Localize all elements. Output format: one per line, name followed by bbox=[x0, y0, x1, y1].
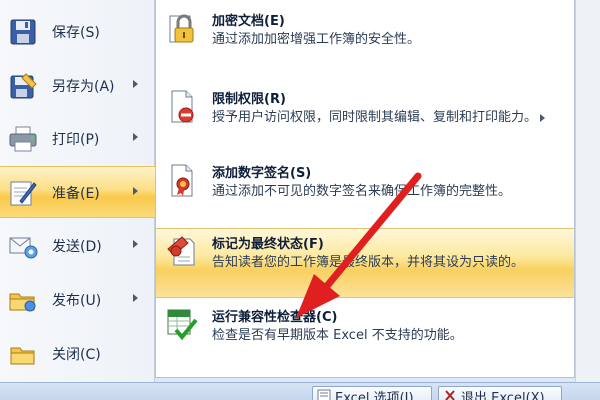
mark-as-final-icon bbox=[164, 233, 200, 269]
send-icon bbox=[8, 232, 38, 260]
submenu-item-description: 通过添加不可见的数字签名来确保工作簿的完整性。 bbox=[212, 184, 512, 199]
excel-options-button[interactable]: Excel 选项(I) bbox=[312, 386, 432, 400]
menu-item-label: 发布(U) bbox=[52, 293, 102, 309]
certificate-icon bbox=[164, 162, 200, 198]
office-menu-left-pane: 保存(S) 另存为(A) 打印(P) 准备(E) 发送(D) 发布(U) 关闭(… bbox=[0, 0, 155, 382]
menu-item-label: 保存(S) bbox=[52, 25, 100, 41]
menu-item-print[interactable]: 打印(P) bbox=[0, 113, 155, 163]
submenu-arrow-icon bbox=[133, 133, 138, 141]
submenu-arrow-icon bbox=[540, 114, 545, 122]
menu-item-label: 关闭(C) bbox=[52, 347, 101, 363]
menu-item-label: 另存为(A) bbox=[52, 79, 115, 95]
prepare-document-icon bbox=[8, 179, 38, 207]
publish-icon bbox=[8, 286, 38, 314]
compatibility-checker-icon bbox=[164, 306, 200, 342]
submenu-item-encrypt[interactable]: 加密文档(E) 通过添加加密增强工作簿的安全性。 bbox=[156, 6, 574, 64]
exit-excel-button[interactable]: 退出 Excel(X) bbox=[438, 386, 562, 400]
submenu-arrow-icon bbox=[133, 294, 138, 302]
menu-item-send[interactable]: 发送(D) bbox=[0, 220, 155, 270]
menu-item-save-as[interactable]: 另存为(A) bbox=[0, 60, 155, 110]
options-icon bbox=[317, 389, 331, 400]
submenu-arrow-icon bbox=[133, 240, 138, 248]
save-icon bbox=[8, 18, 38, 46]
submenu-item-title: 限制权限(R) bbox=[212, 92, 286, 107]
submenu-item-description: 授予用户访问权限，同时限制其编辑、复制和打印能力。 bbox=[212, 110, 538, 125]
menu-item-label: 打印(P) bbox=[52, 132, 100, 148]
submenu-item-compatibility-checker[interactable]: 运行兼容性检查器(C) 检查是否有早期版本 Excel 不支持的功能。 bbox=[156, 302, 574, 354]
menu-item-label: 准备(E) bbox=[52, 186, 100, 202]
close-folder-icon bbox=[8, 340, 38, 368]
restrict-permission-icon bbox=[164, 88, 200, 124]
office-menu-footer: Excel 选项(I) 退出 Excel(X) bbox=[0, 382, 600, 400]
submenu-item-mark-as-final[interactable]: 标记为最终状态(F) 告知读者您的工作簿是最终版本，并将其设为只读的。 bbox=[156, 228, 574, 298]
lock-icon bbox=[164, 10, 200, 46]
prepare-submenu: 加密文档(E) 通过添加加密增强工作簿的安全性。 限制权限(R) 授予用户访问权… bbox=[155, 0, 575, 378]
menu-item-close[interactable]: 关闭(C) bbox=[0, 328, 155, 378]
submenu-item-title: 运行兼容性检查器(C) bbox=[212, 310, 338, 325]
menu-item-label: 发送(D) bbox=[52, 239, 102, 255]
save-as-icon bbox=[8, 72, 38, 100]
menu-item-save[interactable]: 保存(S) bbox=[0, 6, 155, 56]
submenu-item-description: 告知读者您的工作簿是最终版本，并将其设为只读的。 bbox=[212, 255, 525, 270]
submenu-item-title: 标记为最终状态(F) bbox=[212, 237, 324, 252]
submenu-item-title: 添加数字签名(S) bbox=[212, 166, 312, 181]
menu-item-publish[interactable]: 发布(U) bbox=[0, 274, 155, 324]
submenu-item-description: 通过添加加密增强工作簿的安全性。 bbox=[212, 32, 421, 47]
excel-options-label: Excel 选项(I) bbox=[335, 391, 414, 400]
submenu-item-description: 检查是否有早期版本 Excel 不支持的功能。 bbox=[212, 328, 463, 343]
exit-excel-label: 退出 Excel(X) bbox=[461, 391, 545, 400]
submenu-item-title: 加密文档(E) bbox=[212, 14, 285, 29]
submenu-item-restrict-permission[interactable]: 限制权限(R) 授予用户访问权限，同时限制其编辑、复制和打印能力。 bbox=[156, 84, 574, 152]
submenu-arrow-icon bbox=[133, 80, 138, 88]
submenu-item-digital-signature[interactable]: 添加数字签名(S) 通过添加不可见的数字签名来确保工作簿的完整性。 bbox=[156, 158, 574, 224]
menu-item-prepare[interactable]: 准备(E) bbox=[0, 166, 155, 218]
close-icon bbox=[443, 389, 457, 400]
vertical-scrollbar[interactable] bbox=[575, 0, 600, 382]
submenu-arrow-icon bbox=[133, 187, 138, 195]
printer-icon bbox=[8, 125, 38, 153]
